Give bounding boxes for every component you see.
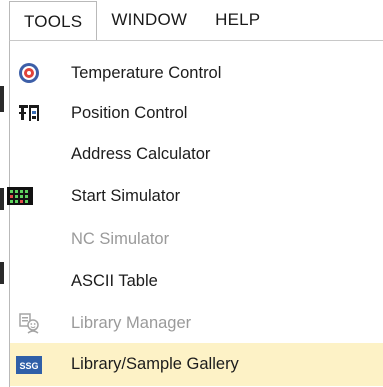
menu-item-label: Position Control bbox=[71, 103, 188, 122]
screenshot-root: TOOLS WINDOW HELP Temperature Control Po… bbox=[0, 0, 383, 387]
menu-item-label: Temperature Control bbox=[71, 63, 222, 82]
tools-dropdown-menu: Temperature Control Position Control Add… bbox=[7, 40, 383, 387]
menu-window[interactable]: WINDOW bbox=[97, 1, 201, 39]
sample-gallery-icon: SSG bbox=[16, 354, 42, 376]
menu-item-label: Library/Sample Gallery bbox=[71, 355, 239, 373]
menu-item-ascii-table[interactable]: ASCII Table bbox=[10, 261, 383, 301]
simulator-icon bbox=[7, 185, 33, 207]
edge-mark bbox=[0, 188, 4, 210]
menu-help[interactable]: HELP bbox=[201, 1, 274, 39]
menu-item-position-control[interactable]: Position Control bbox=[10, 93, 383, 133]
temperature-control-icon bbox=[18, 62, 40, 84]
menu-bar: TOOLS WINDOW HELP bbox=[9, 0, 383, 41]
menu-item-library-manager: Library Manager bbox=[10, 303, 383, 343]
menu-item-label: NC Simulator bbox=[71, 229, 170, 248]
position-control-icon bbox=[18, 102, 40, 124]
edge-mark bbox=[0, 86, 4, 112]
edge-mark bbox=[0, 262, 4, 284]
menu-item-temperature-control[interactable]: Temperature Control bbox=[10, 53, 383, 93]
menu-item-nc-simulator: NC Simulator bbox=[10, 219, 383, 259]
menu-tools[interactable]: TOOLS bbox=[9, 1, 98, 41]
library-manager-icon bbox=[18, 312, 40, 334]
menu-item-library-sample-gallery[interactable]: SSG Library/Sample Gallery bbox=[10, 343, 383, 386]
menu-item-start-simulator[interactable]: Start Simulator bbox=[7, 176, 383, 216]
sample-gallery-icon-text: SSG bbox=[19, 361, 38, 371]
menu-item-label: Library Manager bbox=[71, 313, 192, 332]
menu-item-label: Address Calculator bbox=[71, 144, 211, 163]
menu-item-label: Start Simulator bbox=[71, 186, 181, 205]
menu-item-address-calculator[interactable]: Address Calculator bbox=[10, 134, 383, 174]
menu-item-label: ASCII Table bbox=[71, 271, 158, 290]
